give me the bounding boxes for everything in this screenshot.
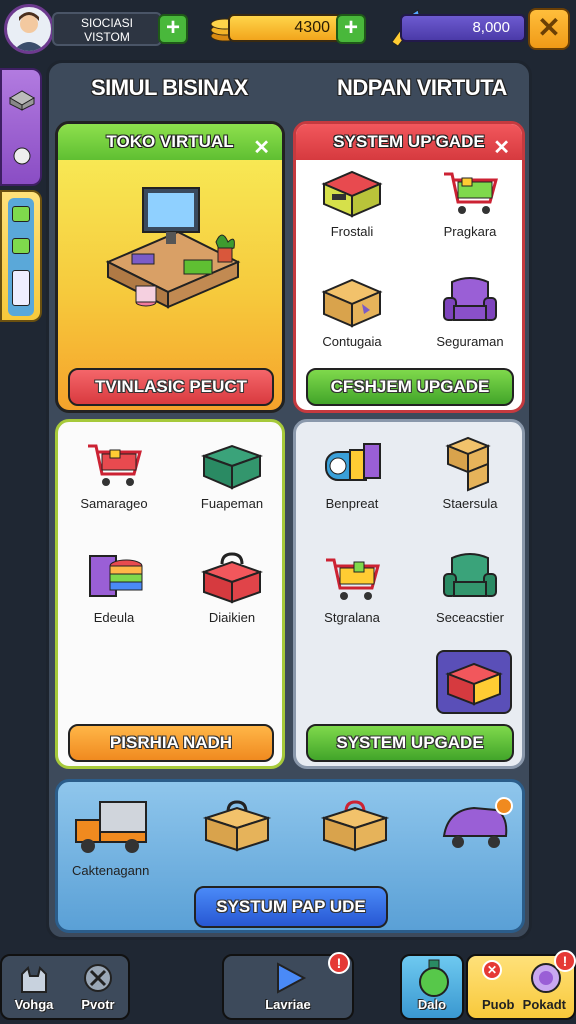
system-card-title: SYSTEM UP'GADE ✕: [296, 124, 522, 160]
nav-home-button[interactable]: Vohga: [4, 958, 64, 1018]
shop-item-3-label: Edeula: [93, 610, 135, 625]
profile-name-box[interactable]: SIOCIASI VISTOM: [52, 12, 162, 46]
shop-item-1-label: Samarageo: [80, 496, 148, 511]
system-card-close-button[interactable]: ✕: [493, 130, 510, 166]
stacked-crates-icon: [438, 436, 502, 492]
red-register-icon: [445, 662, 503, 706]
shop-alert-badge: !: [554, 950, 576, 972]
side-tab-inventory[interactable]: [0, 68, 42, 186]
grocery-cart-icon: [320, 550, 384, 606]
coin-counter: 4300: [228, 14, 342, 42]
featured-upgrade-slot[interactable]: [436, 650, 512, 714]
side-tab-stats[interactable]: [0, 190, 42, 322]
main-panel: SIMUL BISINAX NDPAN VIRTUTA TOKO VIRTUAL…: [46, 60, 532, 940]
system-item-1-label: Frostali: [330, 224, 374, 239]
toko-action-button[interactable]: TVINLASIC PEUCT: [68, 368, 274, 406]
system-item-3-label: Contugaia: [322, 334, 382, 349]
stat-icon-3: [12, 270, 30, 306]
play-icon: [277, 962, 307, 994]
red-handle-box-icon[interactable]: [320, 796, 390, 861]
upgrade-item-4-label: Seceacstier: [436, 610, 504, 625]
nav-play-button[interactable]: Lavriae !: [222, 952, 354, 1020]
upgrades-card: Benpreat Staersula Stgralana Seceacstier…: [293, 419, 525, 769]
cardboard-box-icon: [320, 274, 384, 330]
upgrade-item-1[interactable]: Benpreat: [302, 436, 402, 511]
shop-item-1[interactable]: Samarageo: [64, 436, 164, 511]
nav-tools-button[interactable]: Pvotr: [68, 958, 128, 1018]
play-alert-badge: !: [328, 952, 350, 974]
wrench-icon: [84, 964, 112, 992]
nav-shop-button[interactable]: ✕ Puob Pokadt !: [466, 950, 576, 1020]
cat-icon: [21, 966, 47, 993]
shop-item-4-label: Diaikien: [208, 610, 256, 625]
system-item-2[interactable]: Pragkara: [420, 164, 520, 239]
system-upgrade-card: SYSTEM UP'GADE ✕ Frostali Pragkara Contu…: [293, 121, 525, 413]
machine-icon: [320, 436, 384, 492]
upgrade-item-1-label: Benpreat: [325, 496, 379, 511]
toko-virtual-card: TOKO VIRTUAL ✕ TVINLASIC PEUCT: [55, 121, 285, 413]
computer-desk-icon: [98, 182, 248, 327]
purchase-button[interactable]: PISRHIA NADH: [68, 724, 274, 762]
shopping-cart-icon: [82, 436, 146, 492]
purple-vehicle-icon[interactable]: [438, 796, 514, 861]
panel-heading-right: NDPAN VIRTUTA: [337, 75, 507, 100]
nav-play-label: Lavriae: [265, 997, 311, 1012]
toolbox-icon: [200, 436, 264, 492]
nav-tools-label: Pvotr: [81, 997, 115, 1012]
panel-heading-left: SIMUL BISINAX: [91, 75, 248, 100]
cart-icon: [438, 164, 502, 220]
profile-line1: SIOCIASI: [80, 16, 133, 30]
register-icon: [320, 164, 384, 220]
delivery-card: Caktenagann SYSTUM PAP UDE: [55, 779, 525, 933]
shop-item-2-label: Fuapeman: [200, 496, 264, 511]
upgrade-item-3-label: Stgralana: [324, 610, 380, 625]
delivery-truck-item[interactable]: Caktenagann: [72, 796, 192, 878]
system-item-3[interactable]: Contugaia: [302, 274, 402, 349]
shop-item-3[interactable]: Edeula: [64, 550, 164, 625]
shop-items-card: Samarageo Fuapeman Edeula Diaikien PISRH…: [55, 419, 285, 769]
add-profile-button[interactable]: +: [158, 14, 188, 44]
system-item-2-label: Pragkara: [443, 224, 497, 239]
add-coins-button[interactable]: +: [336, 14, 366, 44]
toko-card-title: TOKO VIRTUAL ✕: [58, 124, 282, 160]
nav-potion-label: Dalo: [417, 997, 447, 1012]
toko-card-title-text: TOKO VIRTUAL: [106, 132, 234, 151]
upgrade-item-4[interactable]: Seceacstier: [420, 550, 520, 625]
potion-icon: [419, 959, 449, 997]
delivery-truck-icon: [75, 801, 147, 853]
nav-group-left: Vohga Pvotr: [0, 954, 130, 1020]
system-item-4-label: Seguraman: [436, 334, 504, 349]
upgrade-item-3[interactable]: Stgralana: [302, 550, 402, 625]
upgrade-item-2[interactable]: Staersula: [420, 436, 520, 511]
upgrade-item-2-label: Staersula: [442, 496, 498, 511]
armchair-icon: [438, 274, 502, 330]
box-case-icon[interactable]: [202, 796, 272, 861]
system-upgrade-button[interactable]: CFSHJEM UPGADE: [306, 368, 514, 406]
nav-shop-label-2: Pokadt: [522, 997, 566, 1012]
system-card-title-text: SYSTEM UP'GADE: [333, 132, 485, 151]
profile-line2: VISTOM: [84, 30, 130, 44]
delivery-upgrade-button[interactable]: SYSTUM PAP UDE: [194, 886, 388, 928]
nav-potion-button[interactable]: Dalo: [400, 954, 464, 1020]
shop-close-icon: ✕: [482, 960, 502, 980]
stat-icon-2: [12, 238, 30, 254]
box-icon: [8, 88, 36, 117]
system-upgrade-button-2[interactable]: SYSTEM UPGADE: [306, 724, 514, 762]
shop-item-2[interactable]: Fuapeman: [182, 436, 282, 511]
coin-icon: [12, 146, 32, 171]
system-item-4[interactable]: Seguraman: [420, 274, 520, 349]
delivery-item-label: Caktenagann: [72, 863, 150, 878]
player-avatar[interactable]: [4, 4, 54, 54]
green-armchair-icon: [438, 550, 502, 606]
shop-item-4[interactable]: Diaikien: [182, 550, 282, 625]
system-item-1[interactable]: Frostali: [302, 164, 402, 239]
close-button[interactable]: ✕: [528, 8, 570, 50]
red-case-icon: [200, 550, 264, 606]
stat-icon-1: [12, 206, 30, 222]
toko-card-close-button[interactable]: ✕: [253, 130, 270, 166]
gem-counter: 8,000: [400, 14, 526, 42]
stats-panel: [8, 198, 34, 316]
nav-home-label: Vohga: [14, 997, 54, 1012]
stacked-boxes-icon: [82, 550, 146, 606]
